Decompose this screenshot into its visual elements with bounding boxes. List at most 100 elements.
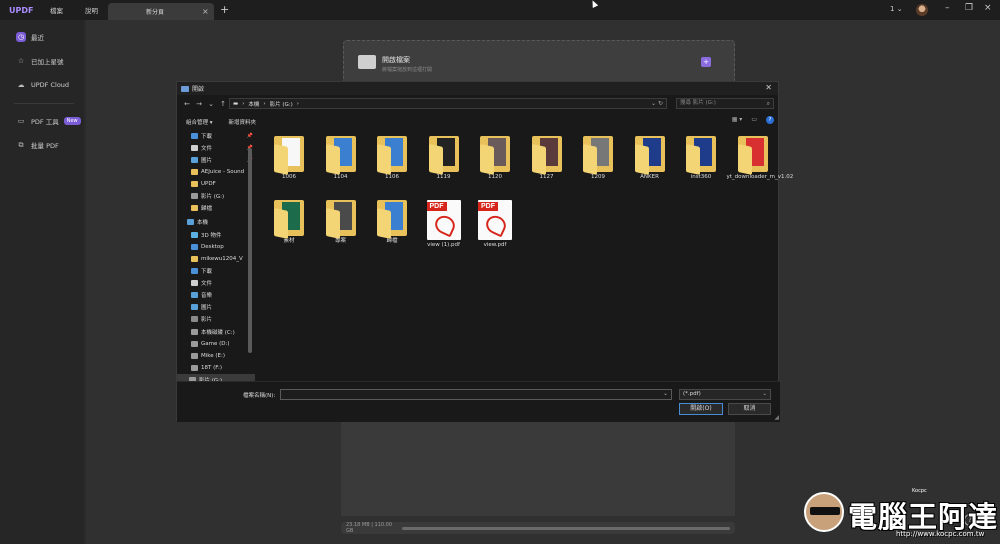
folder-item[interactable]: 1104 bbox=[315, 136, 367, 181]
tree-item-icon bbox=[191, 168, 198, 175]
folder-item[interactable]: 1209 bbox=[572, 136, 624, 181]
tab-new[interactable]: 新分頁 × bbox=[108, 3, 214, 20]
folder-icon bbox=[274, 200, 304, 239]
tree-item[interactable]: 文件 bbox=[191, 277, 255, 288]
breadcrumb-this-pc[interactable]: 本機 bbox=[248, 100, 259, 108]
back-arrow-icon[interactable]: ← bbox=[181, 100, 193, 108]
sidebar-item-starred[interactable]: ☆ 已加上星號 bbox=[16, 56, 64, 66]
plus-icon[interactable]: + bbox=[701, 57, 711, 67]
avatar[interactable] bbox=[916, 4, 928, 16]
pdf-file-item[interactable]: PDF view (1).pdf bbox=[418, 200, 470, 249]
tree-item[interactable]: 影片 bbox=[191, 313, 255, 324]
folder-item[interactable]: 歸檔 bbox=[366, 200, 418, 245]
tree-item[interactable]: 本機 bbox=[187, 216, 251, 227]
tree-item[interactable]: 影片 (G:) bbox=[177, 374, 255, 381]
file-list: 1006 1104 1106 1119 1120 1127 1209 ANKER inst360… bbox=[255, 128, 793, 381]
preview-pane-icon[interactable]: ▭ bbox=[751, 116, 757, 124]
sidebar-item-cloud[interactable]: ☁ UPDF Cloud bbox=[16, 80, 70, 90]
menu-help[interactable]: 說明 bbox=[74, 5, 109, 15]
tree-item[interactable]: mikewu1204_V bbox=[191, 253, 255, 264]
tree-item-label: 歸檔 bbox=[201, 205, 213, 212]
chevron-down-icon[interactable]: ⌄ bbox=[663, 390, 668, 397]
folder-item[interactable]: 1106 bbox=[366, 136, 418, 181]
tree-item[interactable]: 音樂 bbox=[191, 289, 255, 300]
folder-front bbox=[428, 144, 443, 175]
tree-item[interactable]: 歸檔 bbox=[191, 202, 255, 213]
resize-grip-icon[interactable]: ◢ bbox=[774, 414, 779, 421]
tree-item[interactable]: 18T (F:) bbox=[191, 362, 255, 373]
address-row: ← → ⌄ ↑ ▬ › 本機 › 影片 (G:) › ⌄ ↻ 搜尋 影片 (G:… bbox=[177, 97, 780, 111]
open-button[interactable]: 開啟(O) bbox=[679, 403, 723, 415]
breadcrumb-drive-g[interactable]: 影片 (G:) bbox=[270, 100, 293, 108]
search-placeholder: 搜尋 影片 (G:) bbox=[680, 100, 716, 106]
dialog-close-icon[interactable]: ✕ bbox=[765, 83, 772, 92]
folder-item[interactable]: 1119 bbox=[418, 136, 470, 181]
folder-item[interactable]: 素材 bbox=[263, 200, 315, 245]
page-selector[interactable]: 1 ⌄ bbox=[890, 5, 903, 13]
acrobat-swirl bbox=[483, 212, 509, 238]
folder-item[interactable]: 1006 bbox=[263, 136, 315, 181]
search-input[interactable]: 搜尋 影片 (G:) ⌕ bbox=[676, 98, 774, 109]
folder-item[interactable]: 1127 bbox=[521, 136, 573, 181]
add-tab-icon[interactable]: + bbox=[220, 3, 229, 16]
close-window-icon[interactable]: × bbox=[984, 3, 992, 13]
minimize-icon[interactable]: – bbox=[945, 3, 950, 13]
dialog-app-icon bbox=[181, 85, 189, 92]
tree-item[interactable]: Desktop bbox=[191, 241, 255, 252]
tree-item[interactable]: AEJuice - Sound bbox=[191, 166, 255, 177]
folder-item[interactable]: 專案 bbox=[315, 200, 367, 245]
sidebar-item-recent[interactable]: ◷ 最近 bbox=[16, 32, 44, 42]
tree-item[interactable]: 3D 物件 bbox=[191, 229, 255, 240]
tree-item[interactable]: 圖片 bbox=[191, 301, 255, 312]
file-name: view.pdf bbox=[483, 242, 507, 248]
tree-item[interactable]: Mike (E:) bbox=[191, 350, 255, 361]
close-icon[interactable]: × bbox=[202, 7, 214, 16]
tree-item[interactable]: 下載 bbox=[191, 265, 255, 276]
tree-item[interactable]: 本機磁碟 (C:) bbox=[191, 326, 255, 337]
restore-icon[interactable]: ❐ bbox=[965, 3, 973, 13]
tree-item[interactable]: 圖片📌 bbox=[191, 154, 255, 165]
folder-icon bbox=[634, 136, 665, 175]
file-name: 1104 bbox=[333, 174, 348, 180]
address-bar[interactable]: ▬ › 本機 › 影片 (G:) › ⌄ ↻ bbox=[229, 98, 667, 109]
app-logo: UPDF bbox=[9, 5, 34, 15]
menu-file[interactable]: 檔案 bbox=[39, 5, 74, 15]
folder-front bbox=[377, 208, 391, 239]
tree-item[interactable]: UPDF bbox=[191, 178, 255, 189]
tree-item[interactable]: Game (D:) bbox=[191, 338, 255, 349]
folder-front bbox=[274, 208, 288, 239]
sidebar-item-label: 批量 PDF bbox=[31, 142, 59, 150]
dialog-title-bar: 開啟 bbox=[177, 82, 778, 95]
filename-input[interactable]: ⌄ bbox=[280, 389, 672, 400]
dialog-title: 開啟 bbox=[192, 86, 205, 93]
pdf-file-item[interactable]: PDF view.pdf bbox=[469, 200, 521, 249]
new-folder-button[interactable]: 新增資料夾 bbox=[229, 118, 257, 126]
folder-item[interactable]: yt_downloader_m_v1.02 bbox=[727, 136, 793, 181]
scrollbar-thumb[interactable] bbox=[248, 148, 252, 353]
cancel-button[interactable]: 取消 bbox=[728, 403, 771, 415]
up-arrow-icon[interactable]: ↑ bbox=[217, 100, 229, 108]
tree-item-icon bbox=[191, 156, 198, 163]
file-type-select[interactable]: (*.pdf) ⌄ bbox=[679, 389, 771, 400]
sidebar-item-batch[interactable]: ⧉ 批量 PDF bbox=[16, 140, 59, 151]
tree-item[interactable]: 文件📌 bbox=[191, 142, 255, 153]
open-file-card[interactable]: 開啟檔案 將檔案拖放到這裡打開 + bbox=[343, 40, 735, 84]
recent-dropdown-icon[interactable]: ⌄ bbox=[205, 100, 217, 108]
tree-item[interactable]: 下載 📌 bbox=[191, 130, 255, 141]
organize-button[interactable]: 組合管理 ▾ bbox=[186, 118, 213, 126]
folder-item[interactable]: inst360 bbox=[675, 136, 727, 181]
tree-item-label: mikewu1204_V bbox=[201, 255, 243, 262]
tree-item[interactable]: 影片 (G:) bbox=[191, 190, 255, 201]
folder-icon bbox=[480, 136, 510, 175]
tree-scrollbar[interactable] bbox=[247, 128, 253, 381]
folder-item[interactable]: 1120 bbox=[469, 136, 521, 181]
help-icon[interactable]: ? bbox=[766, 116, 774, 124]
tree-item-label: 本機磁碟 (C:) bbox=[201, 329, 235, 336]
sidebar-item-pdf-tools[interactable]: ▭ PDF 工具 New bbox=[16, 116, 81, 126]
forward-arrow-icon[interactable]: → bbox=[193, 100, 205, 108]
view-mode-icon[interactable]: ▦ ▾ bbox=[732, 116, 743, 124]
breadcrumb-sep: › bbox=[242, 100, 245, 107]
folder-front bbox=[377, 144, 391, 175]
folder-item[interactable]: ANKER bbox=[624, 136, 676, 181]
refresh-icon[interactable]: ⌄ ↻ bbox=[651, 100, 663, 107]
